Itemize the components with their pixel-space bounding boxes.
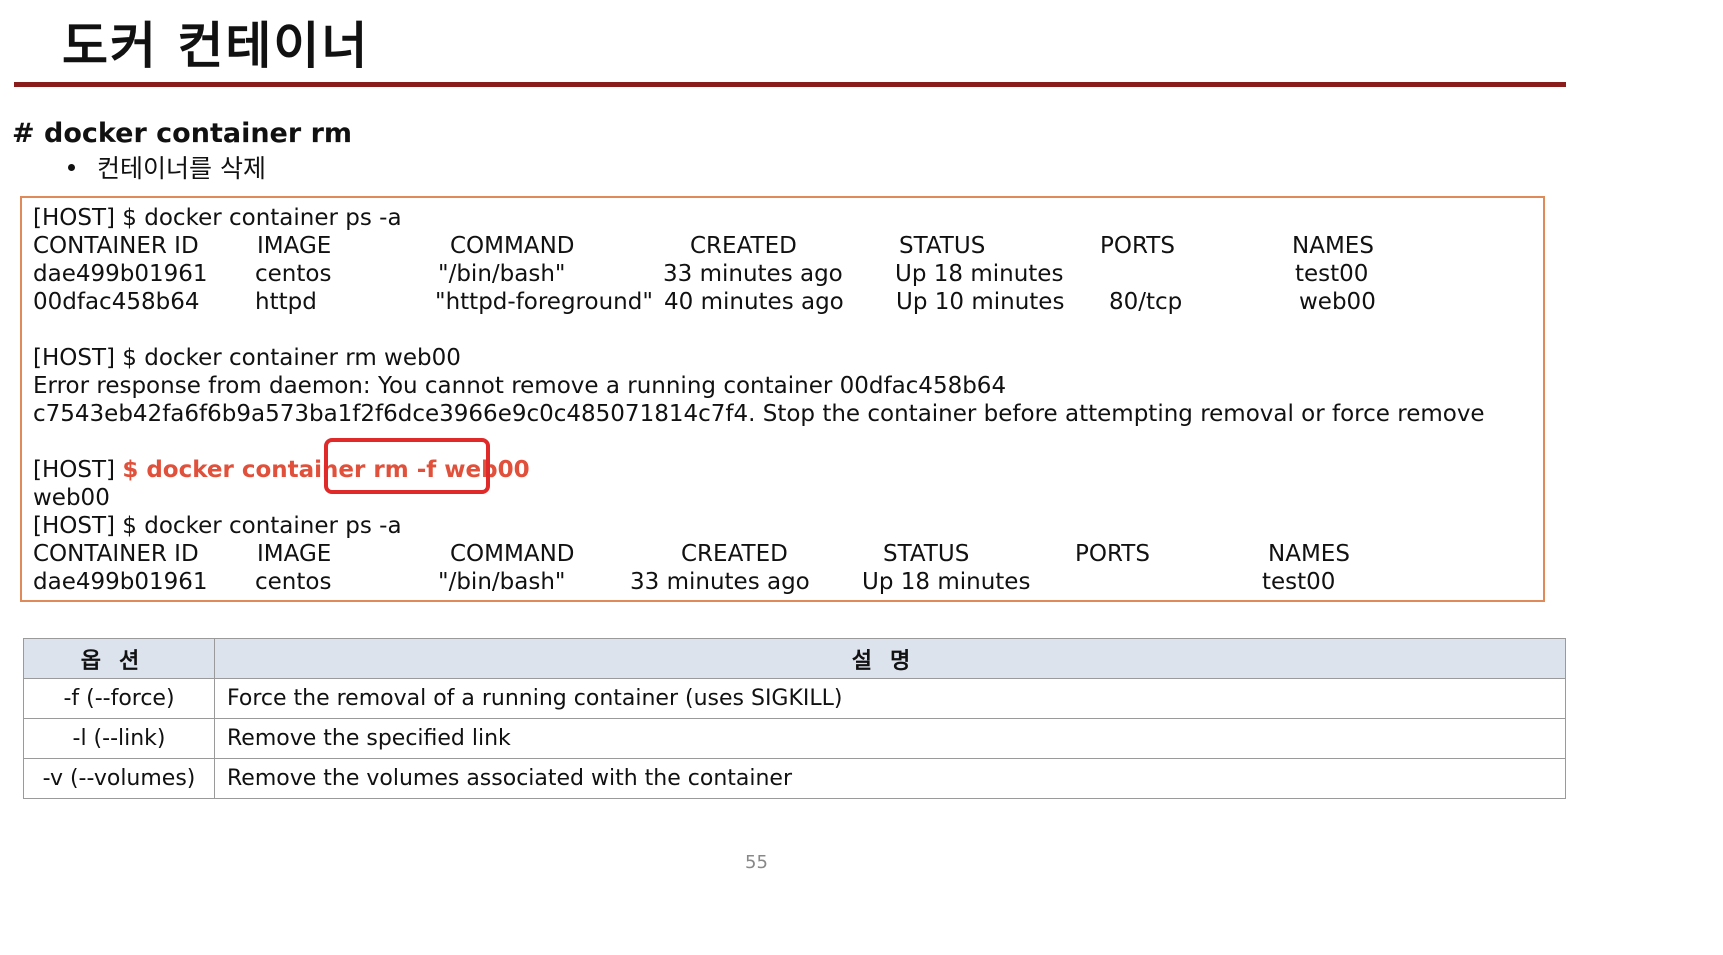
- table-cell: "httpd-foreground": [435, 289, 653, 315]
- table-cell: centos: [255, 569, 332, 595]
- prompt-prefix: [HOST]: [33, 457, 123, 483]
- col-header: IMAGE: [257, 233, 332, 259]
- table-cell: httpd: [255, 289, 317, 315]
- col-header: CONTAINER ID: [33, 233, 199, 259]
- code-line: [HOST] $ docker container ps -a: [33, 513, 402, 539]
- col-header: CREATED: [681, 541, 788, 567]
- code-line: [HOST] $ docker container ps -a: [33, 205, 402, 231]
- col-header: STATUS: [899, 233, 986, 259]
- table-row: -l (--link) Remove the specified link: [23, 718, 1566, 759]
- table-row: -v (--volumes) Remove the volumes associ…: [23, 758, 1566, 799]
- description-cell: Remove the specified link: [214, 718, 1566, 759]
- col-header: PORTS: [1075, 541, 1150, 567]
- table-cell: "/bin/bash": [438, 569, 566, 595]
- col-header: COMMAND: [450, 233, 575, 259]
- table-row: -f (--force) Force the removal of a runn…: [23, 678, 1566, 719]
- option-cell: -v (--volumes): [23, 758, 215, 799]
- col-header: COMMAND: [450, 541, 575, 567]
- table-cell: 33 minutes ago: [630, 569, 810, 595]
- callout-box: [324, 438, 490, 494]
- col-header: CREATED: [690, 233, 797, 259]
- option-cell: -l (--link): [23, 718, 215, 759]
- col-header: NAMES: [1292, 233, 1374, 259]
- table-cell: centos: [255, 261, 332, 287]
- table-header-row: 옵션 설명: [23, 638, 1566, 679]
- col-header: CONTAINER ID: [33, 541, 199, 567]
- table-cell: Up 18 minutes: [862, 569, 1031, 595]
- code-line: [HOST] $ docker container rm web00: [33, 345, 461, 371]
- output-line: web00: [33, 485, 110, 511]
- table-cell: test00: [1295, 261, 1369, 287]
- table-cell: Up 18 minutes: [895, 261, 1064, 287]
- table-cell: 80/tcp: [1109, 289, 1183, 315]
- col-header: STATUS: [883, 541, 970, 567]
- description-cell: Remove the volumes associated with the c…: [214, 758, 1566, 799]
- bullet-dot-icon: [68, 163, 75, 171]
- table-cell: Up 10 minutes: [896, 289, 1065, 315]
- header-description: 설명: [214, 638, 1566, 679]
- table-cell: test00: [1262, 569, 1336, 595]
- table-cell: dae499b01961: [33, 261, 208, 287]
- bullet-text: 컨테이너를 삭제: [97, 154, 266, 183]
- table-cell: "/bin/bash": [438, 261, 566, 287]
- table-cell: 00dfac458b64: [33, 289, 200, 315]
- description-cell: Force the removal of a running container…: [214, 678, 1566, 719]
- title-divider: [14, 82, 1566, 87]
- page-title: 도커 컨테이너: [62, 17, 370, 75]
- terminal-code-box: [HOST] $ docker container ps -a CONTAINE…: [20, 196, 1545, 602]
- table-cell: 40 minutes ago: [664, 289, 844, 315]
- error-line: Error response from daemon: You cannot r…: [33, 373, 1007, 399]
- table-cell: 33 minutes ago: [663, 261, 843, 287]
- option-cell: -f (--force): [23, 678, 215, 719]
- col-header: PORTS: [1100, 233, 1175, 259]
- table-cell: dae499b01961: [33, 569, 208, 595]
- col-header: IMAGE: [257, 541, 332, 567]
- bullet-item: 컨테이너를 삭제: [68, 152, 266, 186]
- table-cell: web00: [1299, 289, 1376, 315]
- header-option: 옵션: [23, 638, 215, 679]
- col-header: NAMES: [1268, 541, 1350, 567]
- page-number: 55: [745, 852, 768, 873]
- options-table: 옵션 설명 -f (--force) Force the removal of …: [23, 638, 1566, 799]
- section-heading: # docker container rm: [12, 118, 353, 149]
- error-line: c7543eb42fa6f6b9a573ba1f2f6dce3966e9c0c4…: [33, 401, 1485, 427]
